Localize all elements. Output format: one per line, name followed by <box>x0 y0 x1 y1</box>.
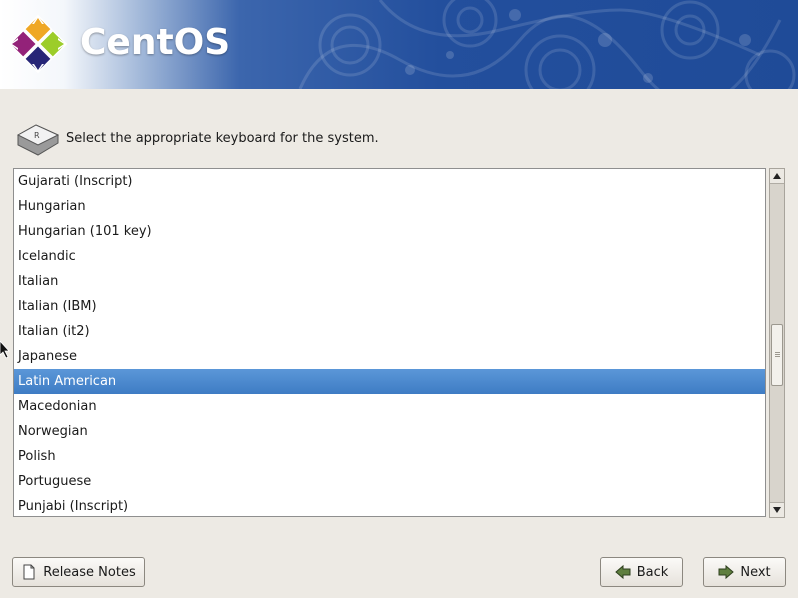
header-banner: CentOS <box>0 0 798 89</box>
document-icon <box>23 564 35 580</box>
keyboard-list-item[interactable]: Hungarian <box>14 194 765 219</box>
next-label: Next <box>740 564 771 580</box>
keyboard-list-item[interactable]: Hungarian (101 key) <box>14 219 765 244</box>
release-notes-label: Release Notes <box>43 564 136 580</box>
keyboard-prompt: Select the appropriate keyboard for the … <box>66 131 379 146</box>
keyboard-list-item[interactable]: Polish <box>14 444 765 469</box>
keyboard-list-item[interactable]: Macedonian <box>14 394 765 419</box>
arrow-up-icon <box>773 173 781 179</box>
keyboard-list-item[interactable]: Japanese <box>14 344 765 369</box>
keyboard-list-item[interactable]: Norwegian <box>14 419 765 444</box>
mouse-pointer-icon <box>0 341 10 359</box>
brand-name: CentOS <box>80 22 231 63</box>
keyboard-list-item[interactable]: Latin American <box>14 369 765 394</box>
keyboard-list[interactable]: Gujarati (Inscript) Hungarian Hungarian (1… <box>13 168 766 517</box>
back-button[interactable]: Back <box>600 557 683 587</box>
keyboard-list-item[interactable]: Italian <box>14 269 765 294</box>
list-scrollbar[interactable] <box>769 168 785 518</box>
scroll-down-button[interactable] <box>770 502 784 517</box>
scrollbar-thumb[interactable] <box>771 324 783 386</box>
next-button[interactable]: Next <box>703 557 786 587</box>
centos-logo-icon <box>8 14 68 74</box>
keyboard-list-item[interactable]: Punjabi (Inscript) <box>14 494 765 516</box>
arrow-right-icon <box>718 564 735 580</box>
scroll-up-button[interactable] <box>770 169 784 184</box>
arrow-left-icon <box>614 564 631 580</box>
back-label: Back <box>636 564 669 580</box>
keyboard-key-icon: R <box>16 124 60 156</box>
arrow-down-icon <box>773 507 781 513</box>
keyboard-list-item[interactable]: Portuguese <box>14 469 765 494</box>
keyboard-list-item[interactable]: Icelandic <box>14 244 765 269</box>
keyboard-list-item[interactable]: Italian (it2) <box>14 319 765 344</box>
keyboard-list-item[interactable]: Gujarati (Inscript) <box>14 169 765 194</box>
keyboard-list-item[interactable]: Italian (IBM) <box>14 294 765 319</box>
release-notes-button[interactable]: Release Notes <box>12 557 145 587</box>
svg-text:R: R <box>34 131 40 140</box>
